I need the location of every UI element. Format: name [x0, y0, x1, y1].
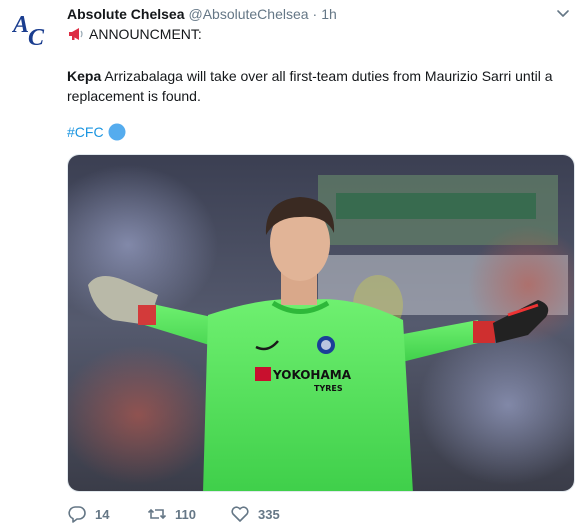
tweet-header: Absolute Chelsea @AbsoluteChelsea · 1h	[67, 5, 337, 23]
svg-text:C: C	[28, 25, 45, 48]
svg-text:A: A	[12, 12, 29, 38]
like-button[interactable]: 335	[230, 504, 310, 524]
tweet-text-line-2: Kepa Arrizabalaga will take over all fir…	[67, 66, 553, 86]
reply-icon	[68, 506, 86, 523]
tweet-photo[interactable]: YOKOHAMA TYRES	[67, 154, 575, 492]
retweet-button[interactable]: 110	[147, 504, 230, 524]
avatar[interactable]: A C	[12, 8, 52, 48]
tweet-actions: 14 110 335	[67, 503, 310, 525]
like-count: 335	[258, 506, 280, 522]
timestamp[interactable]: 1h	[321, 6, 337, 22]
more-options-caret-icon[interactable]	[556, 9, 570, 19]
bold-name: Kepa	[67, 68, 102, 84]
tweet-text-line-3: replacement is found.	[67, 88, 201, 104]
tweet[interactable]: A C Absolute Chelsea @AbsoluteChelsea · …	[0, 0, 581, 526]
tweet-text-line-1: ANNOUNCMENT:	[67, 24, 202, 44]
user-handle[interactable]: @AbsoluteChelsea	[188, 6, 308, 22]
separator-dot: ·	[312, 6, 318, 22]
retweet-icon	[147, 508, 167, 520]
display-name[interactable]: Absolute Chelsea	[67, 6, 184, 22]
announcement-text: ANNOUNCMENT:	[89, 26, 202, 42]
absolute-chelsea-logo: A C	[12, 12, 45, 48]
megaphone-icon	[67, 26, 85, 42]
jersey-sponsor-subtext: TYRES	[314, 384, 343, 393]
hashtag-link[interactable]: #CFC	[67, 122, 104, 142]
jersey-sponsor-text: YOKOHAMA	[272, 368, 352, 382]
tweet-body-text: Arrizabalaga will take over all first-te…	[101, 68, 553, 84]
retweet-count: 110	[175, 506, 196, 522]
reply-button[interactable]: 14	[67, 504, 147, 524]
blue-circle-icon	[108, 123, 126, 141]
tweet-hashtag-line: #CFC	[67, 122, 126, 142]
reply-count: 14	[95, 506, 110, 522]
heart-icon	[231, 506, 249, 522]
